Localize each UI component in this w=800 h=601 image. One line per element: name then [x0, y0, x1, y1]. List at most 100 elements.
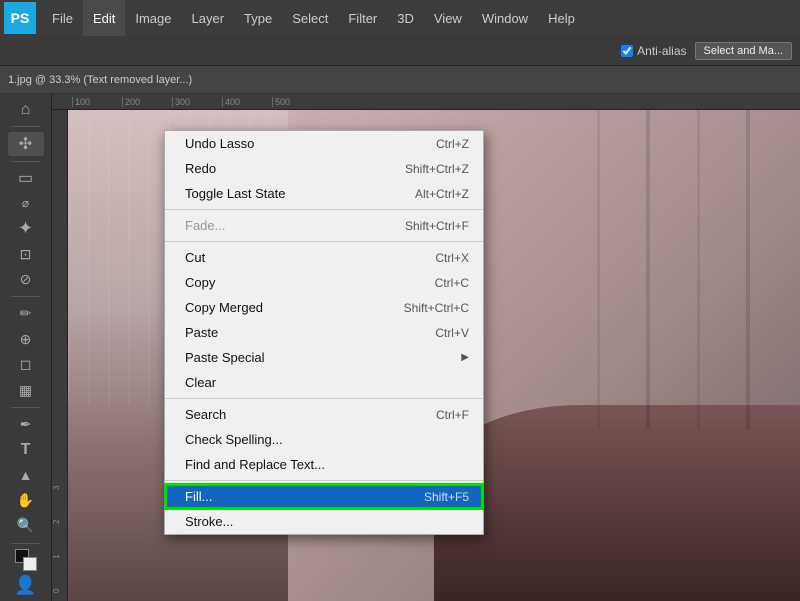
menu-edit[interactable]: Edit	[83, 0, 125, 36]
ruler-horizontal: 100 200 300 400 500	[52, 94, 800, 110]
separator-tool2	[11, 161, 41, 162]
pen-tool[interactable]: ✒	[8, 412, 44, 435]
menu-copy-shortcut: Ctrl+C	[435, 276, 469, 290]
canvas-area: 100 200 300 400 500 0123	[52, 94, 800, 601]
ruler-vertical: 0123	[52, 110, 68, 601]
submenu-arrow-paste: ▶	[461, 352, 469, 363]
menu-layer[interactable]: Layer	[182, 0, 235, 36]
menu-bar: PS File Edit Image Layer Type Select Fil…	[0, 0, 800, 36]
menu-copy-label: Copy	[185, 275, 215, 290]
separator-tool5	[11, 543, 41, 544]
anti-alias-checkbox[interactable]	[621, 45, 633, 57]
menu-toggle-last-state[interactable]: Toggle Last State Alt+Ctrl+Z	[165, 181, 483, 206]
eraser-tool[interactable]: ◻	[8, 353, 44, 376]
brush-tool[interactable]: ✏	[8, 302, 44, 325]
document-title: 1.jpg @ 33.3% (Text removed layer...)	[8, 74, 192, 86]
app-icon: PS	[4, 2, 36, 34]
main-layout: ⌂ ✣ ▭ ⌀ ✦ ⊡ ⊘ ✏ ⊕ ◻ ▦ ✒ T ▲ ✋ 🔍 👤	[0, 94, 800, 601]
ruler-tick-400: 400	[222, 97, 272, 107]
separator-3	[165, 398, 483, 399]
ruler-tick-row: 100 200 300 400 500	[68, 97, 322, 107]
menu-stroke-label: Stroke...	[185, 514, 233, 529]
menu-search-label: Search	[185, 407, 226, 422]
separator-4	[165, 480, 483, 481]
menu-undo-lasso-shortcut: Ctrl+Z	[436, 137, 469, 151]
options-toolbar: Anti-alias Select and Ma...	[0, 36, 800, 66]
menu-window[interactable]: Window	[472, 0, 538, 36]
eyedropper-tool[interactable]: ⊘	[8, 268, 44, 291]
menu-paste-special-label: Paste Special	[185, 350, 265, 365]
magic-wand-tool[interactable]: ✦	[8, 217, 44, 240]
menu-image[interactable]: Image	[125, 0, 181, 36]
separator-tool4	[11, 407, 41, 408]
menu-select[interactable]: Select	[282, 0, 338, 36]
menu-cut[interactable]: Cut Ctrl+X	[165, 245, 483, 270]
ruler-tick-300: 300	[172, 97, 222, 107]
separator-2	[165, 241, 483, 242]
menu-search-shortcut: Ctrl+F	[436, 408, 469, 422]
gradient-tool[interactable]: ▦	[8, 378, 44, 401]
menu-copy[interactable]: Copy Ctrl+C	[165, 270, 483, 295]
shape-tool[interactable]: ▲	[8, 463, 44, 486]
anti-alias-label: Anti-alias	[637, 44, 686, 58]
menu-search[interactable]: Search Ctrl+F	[165, 402, 483, 427]
menu-fill[interactable]: Fill... Shift+F5	[165, 484, 483, 509]
crop-tool[interactable]: ⊡	[8, 243, 44, 266]
menu-copy-merged-label: Copy Merged	[185, 300, 263, 315]
menu-type[interactable]: Type	[234, 0, 282, 36]
lasso-tool[interactable]: ⌀	[8, 192, 44, 215]
ruler-tick-100: 100	[72, 97, 122, 107]
menu-stroke[interactable]: Stroke...	[165, 509, 483, 534]
home-tool[interactable]: ⌂	[8, 98, 44, 121]
menu-fade-shortcut: Shift+Ctrl+F	[405, 219, 469, 233]
menu-undo-lasso[interactable]: Undo Lasso Ctrl+Z	[165, 131, 483, 156]
zoom-tool[interactable]: 🔍	[8, 514, 44, 537]
document-title-bar: 1.jpg @ 33.3% (Text removed layer...)	[0, 66, 800, 94]
menu-fill-label: Fill...	[185, 489, 212, 504]
menu-3d[interactable]: 3D	[387, 0, 424, 36]
ruler-tick-500: 500	[272, 97, 322, 107]
marquee-tool[interactable]: ▭	[8, 166, 44, 189]
menu-paste-special[interactable]: Paste Special ▶	[165, 345, 483, 370]
menu-redo-shortcut: Shift+Ctrl+Z	[405, 162, 469, 176]
menu-filter[interactable]: Filter	[338, 0, 387, 36]
menu-toggle-label: Toggle Last State	[185, 186, 285, 201]
menu-clear-label: Clear	[185, 375, 216, 390]
menu-paste-label: Paste	[185, 325, 218, 340]
menu-help[interactable]: Help	[538, 0, 585, 36]
menu-redo[interactable]: Redo Shift+Ctrl+Z	[165, 156, 483, 181]
person-icon[interactable]: 👤	[8, 574, 44, 597]
menu-fade-label: Fade...	[185, 218, 225, 233]
menu-file[interactable]: File	[42, 0, 83, 36]
hand-tool[interactable]: ✋	[8, 489, 44, 512]
separator-tool	[11, 126, 41, 127]
menu-find-replace-label: Find and Replace Text...	[185, 457, 325, 472]
menu-find-replace[interactable]: Find and Replace Text...	[165, 452, 483, 477]
menu-view[interactable]: View	[424, 0, 472, 36]
tools-panel: ⌂ ✣ ▭ ⌀ ✦ ⊡ ⊘ ✏ ⊕ ◻ ▦ ✒ T ▲ ✋ 🔍 👤	[0, 94, 52, 601]
menu-undo-lasso-label: Undo Lasso	[185, 136, 254, 151]
menu-paste[interactable]: Paste Ctrl+V	[165, 320, 483, 345]
menu-clear[interactable]: Clear	[165, 370, 483, 395]
ruler-tick-200: 200	[122, 97, 172, 107]
menu-check-spelling-label: Check Spelling...	[185, 432, 283, 447]
edit-dropdown-menu: Undo Lasso Ctrl+Z Redo Shift+Ctrl+Z Togg…	[164, 130, 484, 535]
menu-redo-label: Redo	[185, 161, 216, 176]
anti-alias-option: Anti-alias	[621, 44, 686, 58]
clone-tool[interactable]: ⊕	[8, 327, 44, 350]
menu-cut-label: Cut	[185, 250, 205, 265]
separator-tool3	[11, 296, 41, 297]
select-mask-button[interactable]: Select and Ma...	[695, 42, 793, 60]
menu-toggle-shortcut: Alt+Ctrl+Z	[415, 187, 469, 201]
menu-fade[interactable]: Fade... Shift+Ctrl+F	[165, 213, 483, 238]
menu-cut-shortcut: Ctrl+X	[435, 251, 469, 265]
text-tool[interactable]: T	[8, 438, 44, 461]
menu-fill-shortcut: Shift+F5	[424, 490, 469, 504]
separator-1	[165, 209, 483, 210]
menu-paste-shortcut: Ctrl+V	[435, 326, 469, 340]
menu-check-spelling[interactable]: Check Spelling...	[165, 427, 483, 452]
move-tool[interactable]: ✣	[8, 132, 44, 155]
menu-copy-merged[interactable]: Copy Merged Shift+Ctrl+C	[165, 295, 483, 320]
foreground-bg-tool[interactable]	[8, 548, 44, 571]
menu-copy-merged-shortcut: Shift+Ctrl+C	[404, 301, 469, 315]
